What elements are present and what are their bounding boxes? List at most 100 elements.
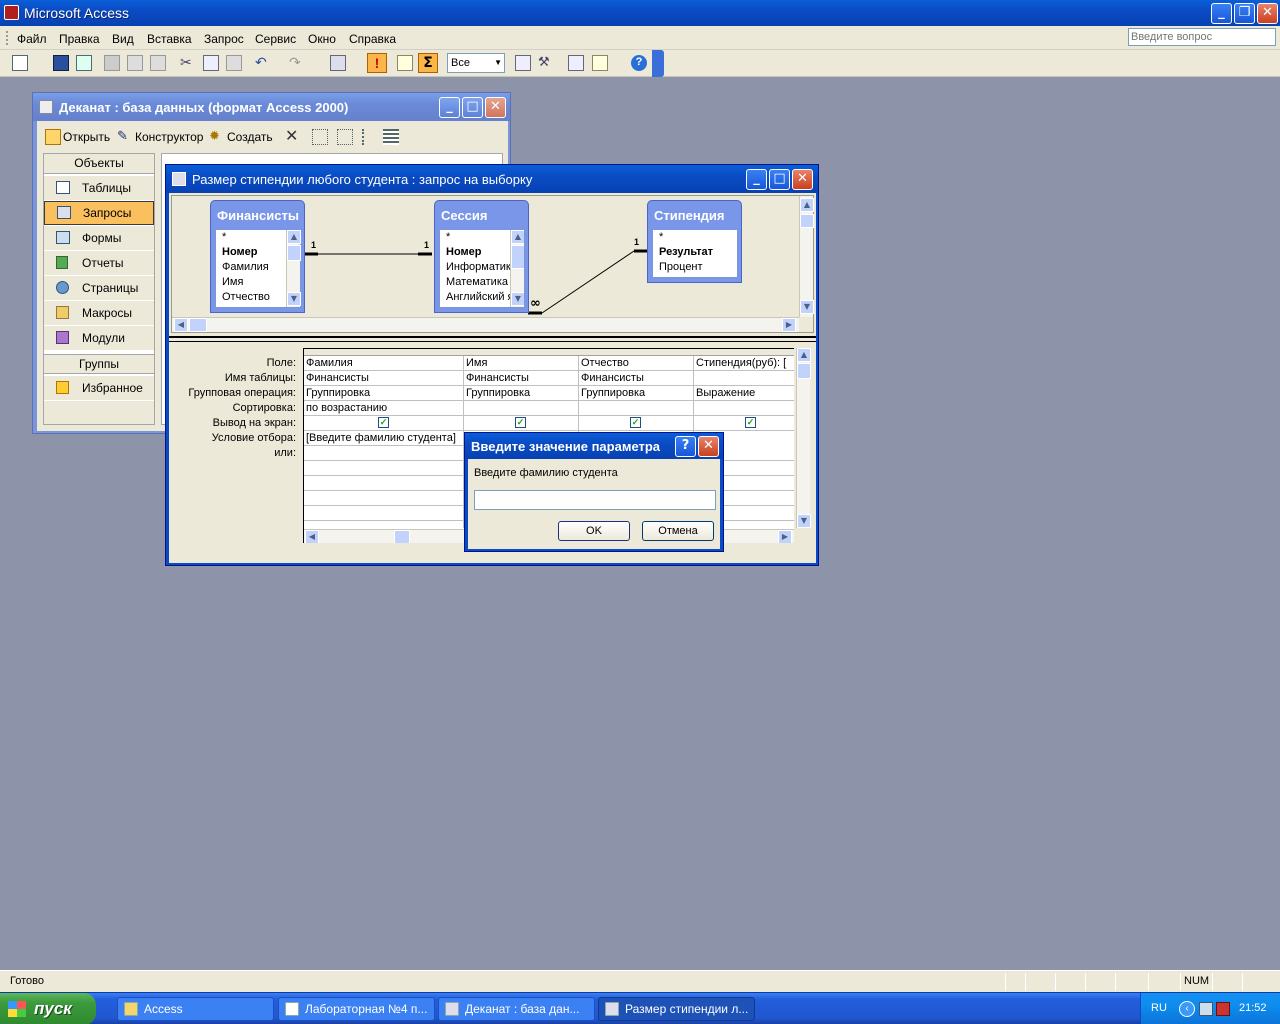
parameter-input[interactable]	[474, 490, 716, 510]
paste-icon[interactable]	[226, 55, 242, 71]
taskbar-button-access[interactable]: Access	[117, 997, 274, 1021]
new-object-icon[interactable]	[592, 55, 608, 71]
menu-insert[interactable]: Вставка	[147, 32, 192, 46]
grid-cell[interactable]: Отчество	[579, 356, 694, 371]
scroll-thumb[interactable]	[394, 530, 410, 543]
list-view-icon[interactable]	[362, 129, 378, 145]
groups-header[interactable]: Группы	[44, 354, 154, 374]
object-item-tables[interactable]: Таблицы	[44, 176, 154, 200]
restore-button[interactable]: ❐	[1234, 3, 1255, 24]
checkbox-checked-icon[interactable]: ✓	[378, 417, 389, 428]
scroll-left-icon[interactable]: ◀	[305, 530, 319, 543]
checkbox-checked-icon[interactable]: ✓	[630, 417, 641, 428]
table-pane-vscroll[interactable]: ▲ ▼	[799, 196, 814, 317]
cancel-button[interactable]: Отмена	[642, 521, 714, 541]
object-item-macros[interactable]: Макросы	[44, 301, 154, 325]
ok-button[interactable]: OK	[558, 521, 630, 541]
query-type-icon[interactable]	[330, 55, 346, 71]
grid-cell[interactable]: Фамилия	[304, 356, 464, 371]
object-item-pages[interactable]: Страницы	[44, 276, 154, 300]
field-item[interactable]: Номер	[222, 246, 258, 258]
close-button[interactable]: ✕	[1257, 3, 1278, 24]
field-item[interactable]: Результат	[659, 246, 713, 258]
minimize-button[interactable]: _	[1211, 3, 1232, 24]
scroll-left-icon[interactable]: ◀	[174, 318, 188, 332]
scroll-thumb[interactable]	[797, 363, 811, 379]
menu-edit[interactable]: Правка	[59, 32, 100, 46]
spelling-icon[interactable]	[150, 55, 166, 71]
tray-expand-icon[interactable]: ‹	[1179, 1001, 1195, 1017]
objects-header[interactable]: Объекты	[44, 154, 154, 174]
details-view-icon[interactable]	[383, 129, 399, 145]
field-item[interactable]: *	[659, 231, 663, 243]
db-create-button[interactable]: Создать	[227, 130, 273, 144]
field-item[interactable]: Имя	[222, 276, 243, 288]
undo-icon[interactable]: ↶	[255, 55, 271, 71]
show-table-icon[interactable]	[397, 55, 413, 71]
cut-icon[interactable]: ✂	[180, 55, 196, 71]
grid-cell[interactable]: Группировка	[464, 386, 579, 401]
query-window-title-bar[interactable]: Размер стипендии любого студента : запро…	[166, 165, 818, 193]
field-item[interactable]: Математика	[446, 276, 508, 288]
db-window-title-bar[interactable]: Деканат : база данных (формат Access 200…	[33, 93, 510, 121]
taskbar-button-database[interactable]: Деканат : база дан...	[438, 997, 595, 1021]
table-session-scrollbar[interactable]: ▲ ▼	[510, 230, 524, 307]
scroll-thumb[interactable]	[800, 214, 814, 228]
table-pane-hscroll[interactable]: ◀ ▶	[172, 317, 799, 332]
menu-tools[interactable]: Сервис	[255, 32, 296, 46]
help-icon[interactable]: ?	[631, 55, 647, 71]
field-item[interactable]: Информатика	[446, 261, 517, 273]
menu-help[interactable]: Справка	[349, 32, 396, 46]
top-values-combo[interactable]: Все ▼	[447, 53, 505, 73]
field-item[interactable]: *	[222, 231, 226, 243]
field-item[interactable]: Отчество	[222, 291, 270, 303]
menu-window[interactable]: Окно	[308, 32, 336, 46]
object-item-forms[interactable]: Формы	[44, 226, 154, 250]
query-maximize-button[interactable]: □	[769, 169, 790, 190]
db-close-button[interactable]: ✕	[485, 97, 506, 118]
field-item[interactable]: Английский я	[446, 291, 514, 303]
table-stipend[interactable]: Стипендия * Результат Процент	[647, 200, 742, 283]
toolbar-options-icon[interactable]	[652, 50, 664, 77]
grid-cell[interactable]: Группировка	[579, 386, 694, 401]
table-session[interactable]: Сессия * Номер Информатика Математика Ан…	[434, 200, 529, 313]
small-icons-icon[interactable]	[337, 129, 353, 145]
grid-cell[interactable]: Группировка	[304, 386, 464, 401]
grid-cell-show[interactable]: ✓	[304, 416, 464, 431]
db-minimize-button[interactable]: _	[439, 97, 460, 118]
scroll-right-icon[interactable]: ▶	[782, 318, 796, 332]
checkbox-checked-icon[interactable]: ✓	[745, 417, 756, 428]
grid-vscroll-bar[interactable]: ▲ ▼	[796, 348, 811, 528]
scroll-thumb[interactable]	[511, 245, 524, 269]
grid-cell[interactable]: [Введите фамилию студента]	[304, 431, 464, 446]
help-question-input[interactable]	[1128, 28, 1276, 46]
save-icon[interactable]	[53, 55, 69, 71]
table-financiers[interactable]: Финансисты * Номер Фамилия Имя Отчество …	[210, 200, 305, 313]
scroll-up-icon[interactable]: ▲	[797, 348, 811, 362]
grid-cell[interactable]: Финансисты	[464, 371, 579, 386]
field-item[interactable]: Процент	[659, 261, 703, 273]
grid-cell[interactable]: Имя	[464, 356, 579, 371]
field-item[interactable]: Номер	[446, 246, 482, 258]
pane-splitter[interactable]	[169, 336, 816, 342]
copy-icon[interactable]	[203, 55, 219, 71]
object-item-queries[interactable]: Запросы	[44, 201, 154, 225]
run-icon[interactable]: !	[367, 53, 387, 73]
preview-icon[interactable]	[127, 55, 143, 71]
object-item-modules[interactable]: Модули	[44, 326, 154, 350]
view-icon[interactable]	[12, 55, 28, 71]
taskbar-button-query[interactable]: Размер стипендии л...	[598, 997, 755, 1021]
field-item[interactable]: *	[446, 231, 450, 243]
grid-cell[interactable]	[464, 401, 579, 416]
grid-cell[interactable]: Стипендия(руб): [	[694, 356, 794, 371]
db-maximize-button[interactable]: □	[462, 97, 483, 118]
security-icon[interactable]	[1216, 1002, 1230, 1016]
builder-icon[interactable]: ⚒	[538, 55, 554, 71]
language-indicator[interactable]: RU	[1151, 1002, 1167, 1014]
delete-icon[interactable]: ✕	[285, 128, 301, 144]
db-design-button[interactable]: Конструктор	[135, 130, 203, 144]
db-open-button[interactable]: Открыть	[63, 130, 110, 144]
scroll-down-icon[interactable]: ▼	[511, 292, 524, 306]
grid-cell-show[interactable]: ✓	[579, 416, 694, 431]
table-financiers-scrollbar[interactable]: ▲ ▼	[286, 230, 301, 307]
